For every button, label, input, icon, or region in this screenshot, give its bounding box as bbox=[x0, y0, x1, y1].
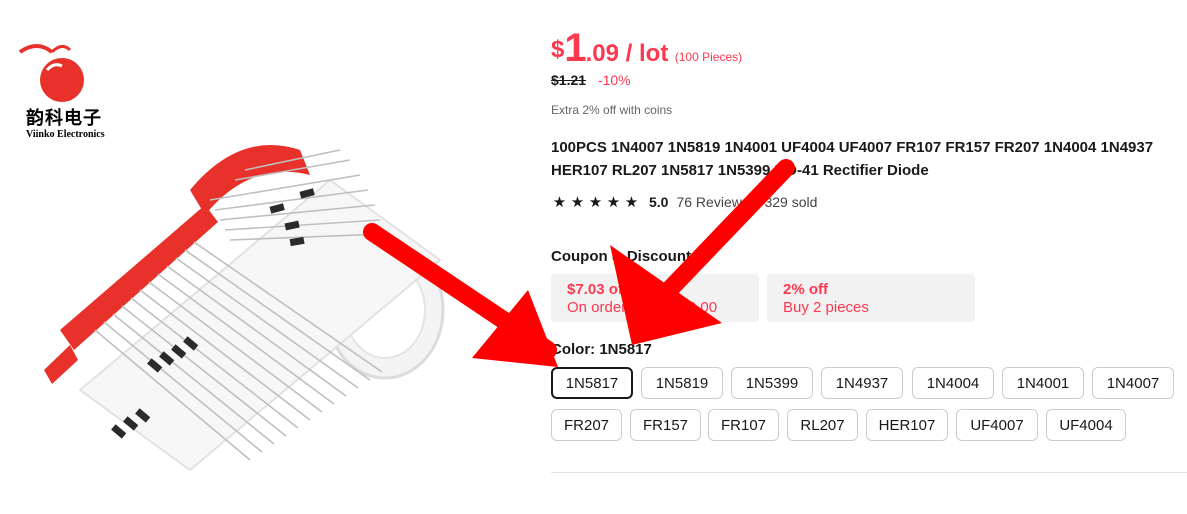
variant-option-1n5817[interactable]: 1N5817 bbox=[551, 367, 633, 399]
original-price-row: $1.21 -10% bbox=[551, 72, 631, 88]
variant-option-uf4007[interactable]: UF4007 bbox=[956, 409, 1038, 441]
variant-option-her107[interactable]: HER107 bbox=[866, 409, 948, 441]
rating-value: 5.0 bbox=[649, 194, 669, 210]
price-fraction: .09 bbox=[585, 40, 619, 67]
variant-option-1n4001[interactable]: 1N4001 bbox=[1002, 367, 1084, 399]
reviews-link[interactable]: 76 Reviews bbox=[676, 194, 748, 210]
variant-option-rl207[interactable]: RL207 bbox=[787, 409, 858, 441]
price-integer: 1 bbox=[564, 26, 586, 70]
coins-note: Extra 2% off with coins bbox=[551, 103, 673, 117]
rating-separator: | bbox=[754, 194, 759, 210]
star-icon: ★ bbox=[570, 193, 585, 211]
coupon-card[interactable]: 2% off Buy 2 pieces bbox=[767, 274, 975, 322]
star-icon: ★ bbox=[624, 193, 639, 211]
coupon-amount: $7.03 off bbox=[567, 281, 628, 298]
variant-option-1n5399[interactable]: 1N5399 bbox=[731, 367, 813, 399]
coupon-condition: On orders over $29.00 bbox=[567, 299, 718, 316]
brand-name-en: Viinko Electronics bbox=[26, 129, 105, 140]
variant-option-fr157[interactable]: FR157 bbox=[630, 409, 701, 441]
coupon-card[interactable]: $7.03 off On orders over $29.00 bbox=[551, 274, 759, 322]
variant-option-fr107[interactable]: FR107 bbox=[708, 409, 779, 441]
sold-count: 329 sold bbox=[764, 194, 818, 210]
price-currency: $ bbox=[551, 36, 565, 63]
coupon-condition: Buy 2 pieces bbox=[783, 299, 869, 316]
coupon-amount: 2% off bbox=[783, 281, 828, 298]
variant-option-1n5819[interactable]: 1N5819 bbox=[641, 367, 723, 399]
variant-option-1n4937[interactable]: 1N4937 bbox=[821, 367, 903, 399]
product-image-gallery[interactable]: 韵科电子 Viinko Electronics bbox=[0, 0, 520, 514]
star-icon: ★ bbox=[552, 193, 567, 211]
price: $1.09 / lot (100 Pieces) bbox=[551, 26, 742, 71]
variant-option-fr207[interactable]: FR207 bbox=[551, 409, 622, 441]
variant-option-uf4004[interactable]: UF4004 bbox=[1046, 409, 1126, 441]
rating-stars: ★ ★ ★ ★ ★ bbox=[551, 193, 640, 211]
rating-row: ★ ★ ★ ★ ★ 5.0 76 Reviews | 329 sold bbox=[551, 193, 818, 211]
variant-option-1n4004[interactable]: 1N4004 bbox=[912, 367, 994, 399]
product-title: 100PCS 1N4007 1N5819 1N4001 UF4004 UF400… bbox=[551, 139, 1154, 179]
discount-badge: -10% bbox=[597, 72, 631, 88]
star-icon: ★ bbox=[588, 193, 603, 211]
price-unit: / lot bbox=[618, 40, 669, 67]
variant-option-1n4007[interactable]: 1N4007 bbox=[1092, 367, 1174, 399]
price-quantity: (100 Pieces) bbox=[674, 50, 743, 64]
coupon-section-label: Coupon & Discounts bbox=[551, 248, 700, 265]
brand-name-cn: 韵科电子 bbox=[26, 108, 102, 129]
original-price: $1.21 bbox=[551, 72, 587, 88]
star-icon: ★ bbox=[606, 193, 621, 211]
divider bbox=[551, 472, 1187, 473]
color-label: Color: 1N5817 bbox=[551, 341, 652, 358]
